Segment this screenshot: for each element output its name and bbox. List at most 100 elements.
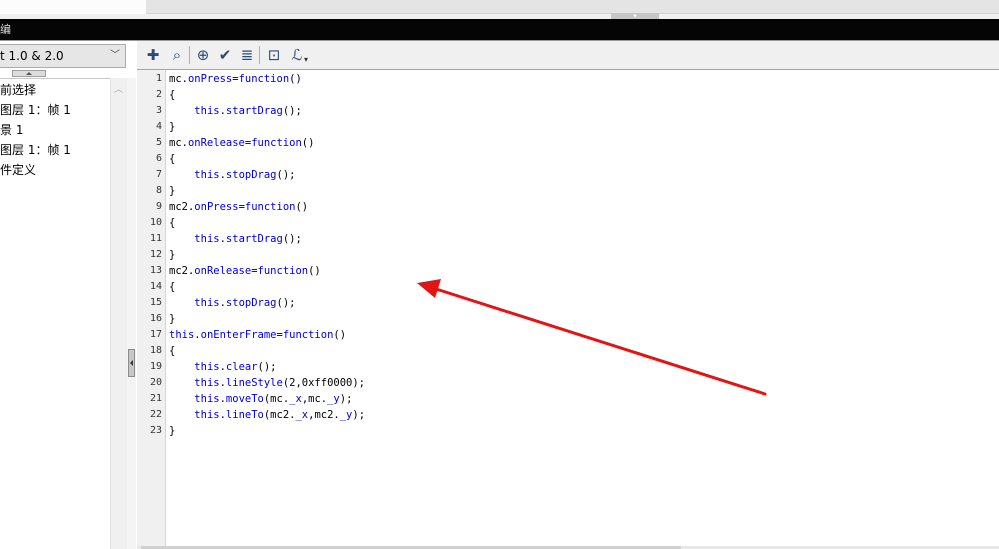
code-line[interactable]: mc2.onPress=function() <box>169 199 308 215</box>
code-hint-icon[interactable]: ⊡ <box>264 45 284 65</box>
checkmark-icon[interactable]: ✔ <box>215 45 235 65</box>
line-number: 18 <box>149 345 162 356</box>
code-text: () <box>301 137 315 149</box>
code-line[interactable]: this.onEnterFrame=function() <box>169 327 346 343</box>
code-text: { <box>169 217 176 229</box>
script-navigator-tree: 前选择 图层 1：帧 1 景 1 图层 1：帧 1 件定义 <box>0 78 110 549</box>
tree-item[interactable]: 图层 1：帧 1 <box>0 101 71 119</box>
code-line[interactable]: this.startDrag(); <box>169 103 302 119</box>
code-text: mc2. <box>169 265 195 277</box>
code-keyword: function <box>238 73 290 85</box>
tree-item[interactable]: 景 1 <box>0 121 23 139</box>
actionscript-version-dropdown[interactable]: t 1.0 & 2.0 ﹀ <box>0 44 126 68</box>
line-number: 11 <box>149 233 162 244</box>
navigator-scrollbar[interactable]: ︿ <box>110 78 127 549</box>
code-keyword: this <box>194 409 220 421</box>
code-line[interactable]: this.stopDrag(); <box>169 167 295 183</box>
code-keyword: startDrag <box>225 105 283 117</box>
line-number: 20 <box>149 377 162 388</box>
line-number: 6 <box>155 153 162 164</box>
find-icon[interactable]: ⌕ <box>167 45 187 65</box>
scroll-up-icon[interactable]: ︿ <box>114 82 123 95</box>
code-keyword: moveTo <box>225 393 264 405</box>
tree-item[interactable]: 前选择 <box>0 81 36 99</box>
code-line[interactable]: { <box>169 151 175 167</box>
chevron-down-icon: ﹀ <box>110 50 120 61</box>
line-number: 19 <box>149 361 162 372</box>
code-line[interactable]: mc.onPress=function() <box>169 71 302 87</box>
plus-icon[interactable]: ✚ <box>143 45 163 65</box>
actions-panel-titlebar[interactable]: 编 <box>0 19 999 41</box>
code-line[interactable]: } <box>169 247 175 263</box>
chevron-down-icon[interactable]: ▾ <box>304 55 308 64</box>
code-text: (); <box>276 297 296 309</box>
toolbar-separator <box>259 46 260 64</box>
code-line[interactable]: this.startDrag(); <box>169 231 302 247</box>
code-keyword: this <box>194 393 220 405</box>
code-keyword: lineStyle <box>225 377 283 389</box>
line-number: 1 <box>155 73 162 84</box>
code-line[interactable]: { <box>169 343 175 359</box>
panel-divider <box>127 78 136 549</box>
code-keyword: _y <box>339 409 353 421</box>
line-number: 3 <box>155 105 162 116</box>
code-line[interactable]: this.lineStyle(2,0xff0000); <box>169 375 365 391</box>
top-panel-strip: ▾ <box>0 0 999 20</box>
line-number: 10 <box>149 217 162 228</box>
code-keyword: function <box>257 265 309 277</box>
code-line[interactable]: mc2.onRelease=function() <box>169 263 321 279</box>
code-text: ,mc2. <box>308 409 340 421</box>
code-text: (2,0xff0000); <box>282 377 366 389</box>
code-text: (mc2. <box>263 409 296 421</box>
code-keyword: this <box>194 377 220 389</box>
line-number: 15 <box>149 297 162 308</box>
code-keyword: function <box>244 201 296 213</box>
code-text: (); <box>276 169 296 181</box>
code-keyword: this <box>194 361 220 373</box>
collapse-toolbox-button[interactable] <box>128 349 135 377</box>
code-line[interactable]: { <box>169 279 175 295</box>
code-line[interactable]: } <box>169 183 175 199</box>
code-editor[interactable]: 1 2 3 4 5 6 7 8 9 10 11 12 13 14 15 16 17 18 19 20 21 22 23 mc… <box>137 70 999 549</box>
tree-item[interactable]: 图层 1：帧 1 <box>0 141 71 159</box>
code-line[interactable]: this.clear(); <box>169 359 276 375</box>
tree-item[interactable]: 件定义 <box>0 161 36 179</box>
code-keyword: function <box>282 329 334 341</box>
code-keyword: this <box>194 169 220 181</box>
dropdown-selected-value: t 1.0 & 2.0 <box>0 49 64 63</box>
line-number: 14 <box>149 281 162 292</box>
actions-toolbox-panel: t 1.0 & 2.0 ﹀ 前选择 图层 1：帧 1 景 1 图层 1：帧 1 件定… <box>0 41 138 549</box>
pane-splitter-handle[interactable] <box>12 70 46 77</box>
code-line[interactable]: } <box>169 119 175 135</box>
code-keyword: _x <box>289 393 302 405</box>
code-line[interactable]: this.lineTo(mc2._x,mc2._y); <box>169 407 365 423</box>
crosshair-icon[interactable]: ⊕ <box>193 45 213 65</box>
code-line[interactable]: mc.onRelease=function() <box>169 135 314 151</box>
line-number: 9 <box>155 201 162 212</box>
code-line[interactable]: { <box>169 215 175 231</box>
code-keyword: lineTo <box>225 409 264 421</box>
code-line[interactable]: this.stopDrag(); <box>169 295 295 311</box>
code-keyword: this <box>169 329 195 341</box>
line-number: 8 <box>155 185 162 196</box>
code-text: ); <box>352 409 366 421</box>
code-text: { <box>169 89 176 101</box>
code-line[interactable]: } <box>169 423 175 439</box>
code-line[interactable]: { <box>169 87 175 103</box>
code-text: } <box>169 249 176 261</box>
code-line[interactable]: } <box>169 311 175 327</box>
code-text: } <box>169 185 176 197</box>
code-text: () <box>308 265 321 277</box>
line-number-gutter: 1 2 3 4 5 6 7 8 9 10 11 12 13 14 15 16 17 18 19 20 21 22 23 <box>137 70 166 546</box>
line-number: 2 <box>155 89 162 100</box>
code-text: ,mc. <box>301 393 328 405</box>
code-text: () <box>289 73 302 85</box>
code-keyword: stopDrag <box>225 169 277 181</box>
code-text: } <box>169 425 176 437</box>
code-line[interactable]: this.moveTo(mc._x,mc._y); <box>169 391 352 407</box>
format-icon[interactable]: ≣ <box>237 45 257 65</box>
